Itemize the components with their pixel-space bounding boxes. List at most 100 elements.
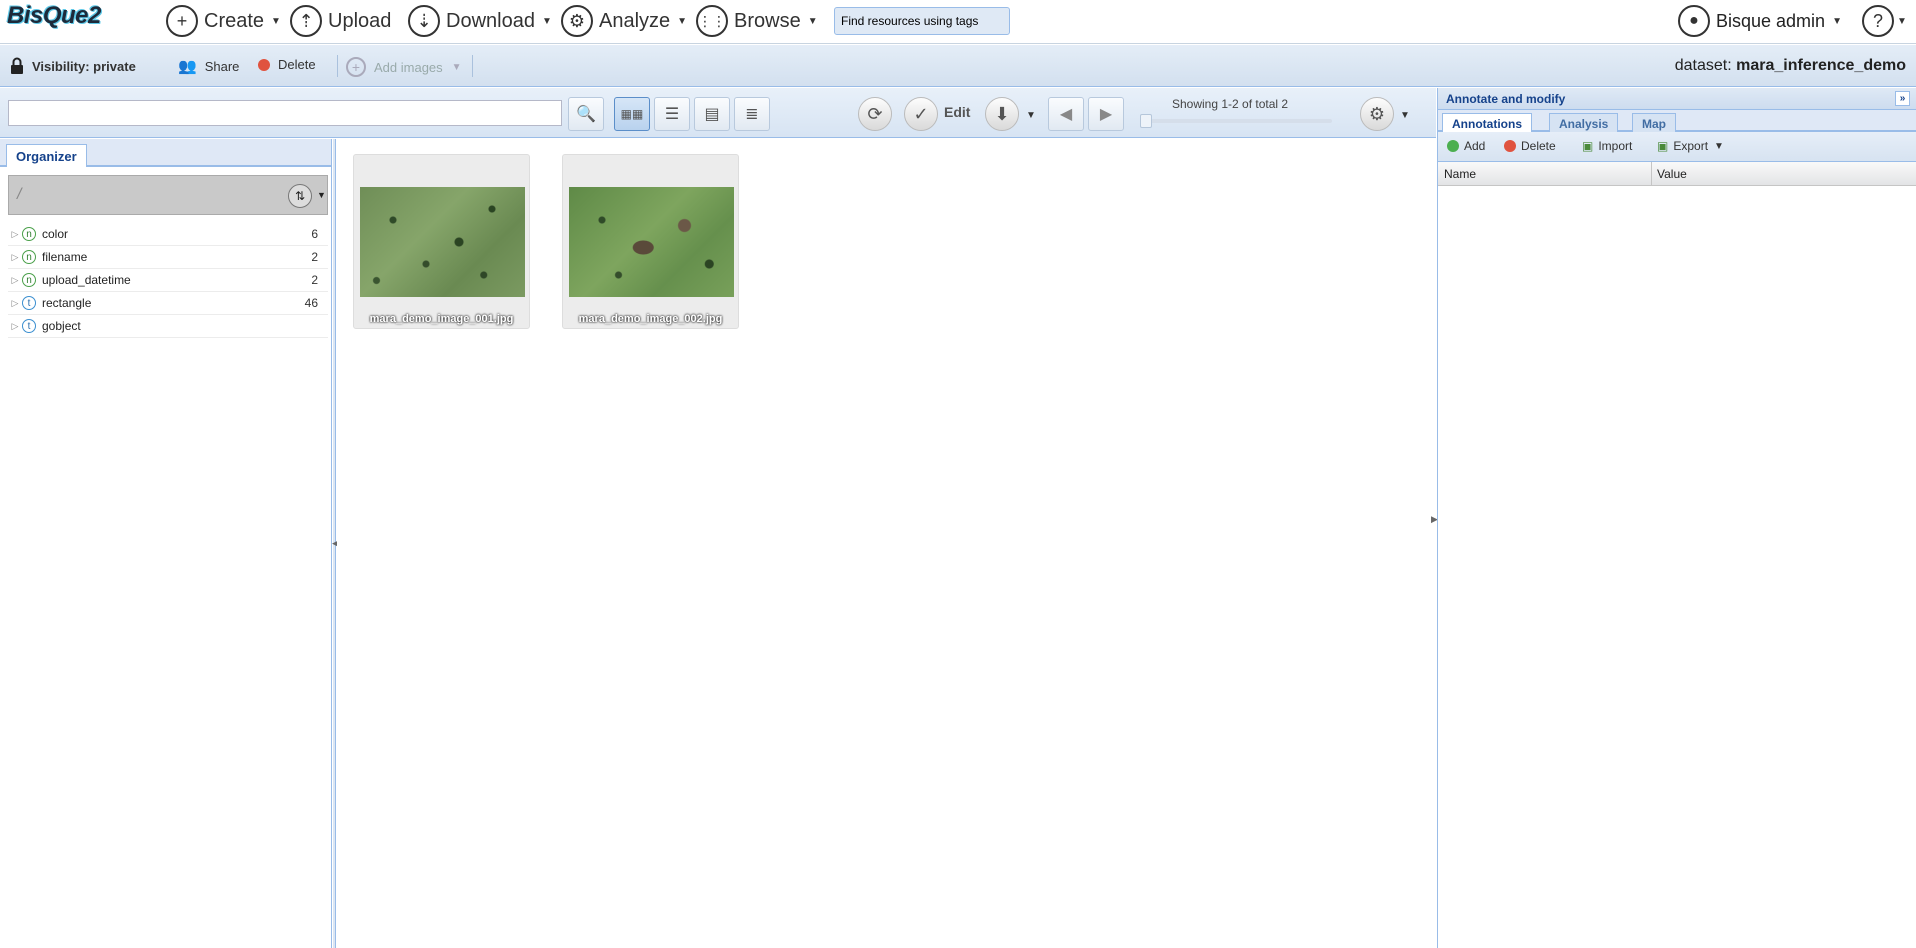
aerial-image-preview bbox=[569, 187, 734, 297]
organizer-item-name: color bbox=[42, 227, 69, 241]
collapse-panel-button[interactable]: » bbox=[1895, 91, 1910, 106]
expand-arrow-icon[interactable]: ▷ bbox=[8, 252, 22, 263]
edit-check-button[interactable]: ✓ bbox=[904, 97, 938, 131]
search-icon: 🔍 bbox=[576, 106, 596, 123]
organizer-item[interactable]: ▷ n filename 2 bbox=[8, 246, 328, 269]
create-menu[interactable]: + Create ▼ bbox=[166, 4, 281, 38]
organizer-item[interactable]: ▷ t rectangle 46 bbox=[8, 292, 328, 315]
add-label: Add bbox=[1464, 139, 1486, 153]
delete-label: Delete bbox=[1521, 139, 1556, 153]
dataset-prefix: dataset: bbox=[1674, 57, 1732, 74]
share-button[interactable]: 👥 Share bbox=[178, 57, 239, 75]
edit-label[interactable]: Edit bbox=[944, 104, 970, 120]
annotations-toolbar: Add Delete ▣ Import ▣ Export ▼ bbox=[1438, 132, 1916, 162]
resource-search-input[interactable] bbox=[8, 100, 562, 126]
tag-type-icon: n bbox=[22, 227, 36, 241]
search-button[interactable]: 🔍 bbox=[568, 97, 604, 131]
chevron-down-icon[interactable]: ▼ bbox=[317, 190, 326, 200]
column-separator bbox=[1651, 162, 1652, 186]
chevron-down-icon[interactable]: ▼ bbox=[1026, 110, 1036, 121]
tab-map[interactable]: Map bbox=[1632, 113, 1676, 133]
image-thumbnail[interactable]: mara_demo_image_001.jpg bbox=[353, 154, 530, 329]
refresh-button[interactable]: ⟳ bbox=[858, 97, 892, 131]
settings-button[interactable]: ⚙ bbox=[1360, 97, 1394, 131]
upload-button[interactable]: ⇡ Upload bbox=[290, 4, 391, 38]
plus-circle-icon: + bbox=[346, 57, 366, 77]
import-button[interactable]: ▣ Import bbox=[1582, 139, 1632, 153]
view-card-button[interactable]: ▤ bbox=[694, 97, 730, 131]
delete-button[interactable]: Delete bbox=[258, 57, 316, 72]
page-slider-thumb[interactable] bbox=[1140, 114, 1152, 128]
organizer-item[interactable]: ▷ t gobject bbox=[8, 315, 328, 338]
annotations-grid-header: Name Value bbox=[1438, 162, 1916, 186]
list-icon: ☰ bbox=[664, 106, 680, 123]
upload-label: Upload bbox=[328, 9, 392, 32]
column-header-name[interactable]: Name bbox=[1444, 167, 1476, 181]
bisque-logo[interactable]: BisQue2 bbox=[7, 2, 101, 30]
tag-type-icon: n bbox=[22, 250, 36, 264]
expand-arrow-icon[interactable]: ▷ bbox=[8, 298, 22, 309]
organizer-item-name: upload_datetime bbox=[42, 273, 131, 287]
dataset-title: dataset: mara_inference_demo bbox=[1675, 57, 1906, 75]
view-list-button[interactable]: ☰ bbox=[654, 97, 690, 131]
annotate-panel: Annotate and modify » Annotations Analys… bbox=[1437, 88, 1916, 948]
organizer-item[interactable]: ▷ n upload_datetime 2 bbox=[8, 269, 328, 292]
lock-icon bbox=[11, 57, 23, 74]
analyze-menu[interactable]: ⚙ Analyze ▼ bbox=[561, 4, 687, 38]
panel-title: Annotate and modify bbox=[1446, 92, 1566, 106]
toolbar-separator bbox=[472, 55, 473, 77]
tab-annotations[interactable]: Annotations bbox=[1442, 113, 1532, 133]
chevron-down-icon[interactable]: ▼ bbox=[1400, 110, 1410, 121]
share-users-icon: 👥 bbox=[178, 58, 197, 75]
organizer-item-name: rectangle bbox=[42, 296, 92, 310]
chevron-down-icon: ▼ bbox=[451, 61, 462, 73]
dataset-name: mara_inference_demo bbox=[1736, 57, 1906, 74]
gobject-type-icon: t bbox=[22, 296, 36, 310]
view-thumbnails-button[interactable]: ▦▦ bbox=[614, 97, 650, 131]
view-annotated-button[interactable]: ≣ bbox=[734, 97, 770, 131]
tag-search-input[interactable]: Find resources using tags bbox=[834, 7, 1010, 35]
visibility-toggle[interactable]: Visibility: private bbox=[10, 57, 136, 75]
add-images-button[interactable]: + Add images ▼ bbox=[346, 57, 462, 77]
gobject-type-icon: t bbox=[22, 319, 36, 333]
export-menu[interactable]: ▣ Export ▼ bbox=[1657, 139, 1724, 153]
download-label: Download bbox=[446, 9, 535, 32]
browse-menu[interactable]: ⋮⋮ Browse ▼ bbox=[696, 4, 818, 38]
expand-arrow-icon[interactable]: ▷ bbox=[8, 275, 22, 286]
organizer-item[interactable]: ▷ n color 6 bbox=[8, 223, 328, 246]
page-slider-track[interactable] bbox=[1140, 119, 1332, 123]
organizer-path-bar: / ⇅ ▼ bbox=[8, 175, 328, 215]
organizer-item-count: 2 bbox=[311, 273, 318, 287]
sort-icon: ⇅ bbox=[294, 189, 306, 203]
refresh-icon: ⟳ bbox=[867, 103, 883, 124]
user-menu[interactable]: ● Bisque admin ▼ bbox=[1678, 4, 1842, 38]
chevron-down-icon: ▼ bbox=[677, 15, 688, 27]
add-images-label: Add images bbox=[374, 59, 443, 75]
card-icon: ▤ bbox=[704, 106, 720, 123]
arrow-left-icon: ◀ bbox=[1059, 106, 1073, 123]
column-header-value[interactable]: Value bbox=[1657, 167, 1687, 181]
expand-arrow-icon[interactable]: ▷ bbox=[8, 229, 22, 240]
add-annotation-button[interactable]: Add bbox=[1447, 139, 1485, 153]
cloud-download-icon: ⇣ bbox=[408, 5, 440, 37]
organizer-path: / bbox=[17, 186, 22, 203]
export-icon: ▣ bbox=[1657, 139, 1669, 153]
sort-button[interactable]: ⇅ bbox=[288, 184, 312, 208]
annotate-panel-header: Annotate and modify » bbox=[1438, 88, 1916, 110]
expand-arrow-icon[interactable]: ▷ bbox=[8, 321, 22, 332]
chevron-down-icon: ▼ bbox=[1832, 15, 1842, 27]
delete-icon bbox=[258, 58, 270, 71]
next-page-button[interactable]: ▶ bbox=[1088, 97, 1124, 131]
download-arrow-button[interactable]: ⬇ bbox=[985, 97, 1019, 131]
delete-annotation-button[interactable]: Delete bbox=[1504, 139, 1556, 153]
organizer-item-name: gobject bbox=[42, 319, 81, 333]
download-menu[interactable]: ⇣ Download ▼ bbox=[408, 4, 552, 38]
chevron-down-icon: ▼ bbox=[1714, 140, 1724, 152]
tab-analysis[interactable]: Analysis bbox=[1549, 113, 1619, 133]
help-menu[interactable]: ? ▼ bbox=[1862, 4, 1907, 38]
prev-page-button[interactable]: ◀ bbox=[1048, 97, 1084, 131]
gears-icon: ⚙ bbox=[561, 5, 593, 37]
tab-organizer[interactable]: Organizer bbox=[6, 144, 87, 167]
organizer-panel: Organizer / ⇅ ▼ ▷ n color 6 ▷ n filename… bbox=[0, 139, 332, 948]
image-thumbnail[interactable]: mara_demo_image_002.jpg bbox=[562, 154, 739, 329]
